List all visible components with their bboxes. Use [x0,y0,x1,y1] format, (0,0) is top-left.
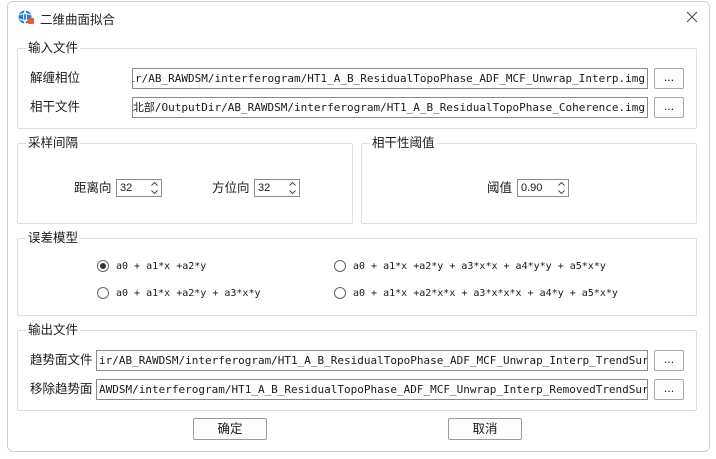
model-option-label: a0 + a1*x +a2*y + a3*x*x + a4*y*y + a5*x… [353,260,606,272]
azimuth-spinbox[interactable]: 32 [254,179,300,197]
output-files-title: 输出文件 [26,322,81,338]
error-model-group: 误差模型 [17,230,697,316]
coherence-threshold-title: 相干性阈值 [370,135,437,151]
window-title: 二维曲面拟合 [40,12,116,27]
radio-button[interactable] [97,260,109,272]
model-option-label: a0 + a1*x +a2*y [116,260,207,272]
coherence-file-field[interactable]: /朝鲜东北部/OutputDir/AB_RAWDSM/interferogram… [132,97,648,118]
model-option-1[interactable]: a0 + a1*x +a2*y [97,260,206,272]
coherence-file-label: 相干文件 [30,99,81,114]
azimuth-label: 方位向 [212,180,250,195]
chevron-up-icon[interactable] [287,180,298,188]
threshold-label: 阈值 [487,180,513,195]
coherence-file-browse-button[interactable]: ... [654,97,684,118]
trend-surface-browse-button[interactable]: ... [654,350,684,371]
unwrap-phase-label: 解缠相位 [30,70,81,85]
removed-trend-label: 移除趋势面 [30,381,93,396]
chevron-down-icon[interactable] [149,188,160,196]
azimuth-value: 32 [258,182,271,194]
chevron-down-icon[interactable] [287,188,298,196]
ok-button[interactable]: 确定 [193,418,267,440]
trend-surface-label: 趋势面文件 [30,352,93,367]
trend-surface-value: ir/AB_RAWDSM/interferogram/HT1_A_B_Resid… [99,354,648,367]
radio-button[interactable] [334,287,346,299]
radio-button[interactable] [334,260,346,272]
range-spinbox[interactable]: 32 [116,179,162,197]
cancel-button[interactable]: 取消 [448,418,522,440]
sampling-interval-group: 采样间隔 [17,135,353,224]
dialog-window: 二维曲面拟合 输入文件 解缠相位 OutputDir/AB_RAWDSM/int… [7,1,710,452]
range-label: 距离向 [74,180,112,195]
coherence-file-value: /朝鲜东北部/OutputDir/AB_RAWDSM/interferogram… [132,101,645,114]
threshold-value: 0.90 [521,182,543,194]
input-files-title: 输入文件 [26,40,81,56]
model-option-2[interactable]: a0 + a1*x +a2*y + a3*x*x + a4*y*y + a5*x… [334,260,606,272]
unwrap-phase-field[interactable]: OutputDir/AB_RAWDSM/interferogram/HT1_A_… [132,68,648,89]
model-option-3[interactable]: a0 + a1*x +a2*y + a3*x*y [97,287,261,299]
model-option-label: a0 + a1*x +a2*x*x + a3*x*x*x + a4*y + a5… [353,287,618,299]
removed-trend-field[interactable]: AWDSM/interferogram/HT1_A_B_ResidualTopo… [96,379,648,400]
model-option-label: a0 + a1*x +a2*y + a3*x*y [116,287,261,299]
chevron-up-icon[interactable] [149,180,160,188]
model-option-4[interactable]: a0 + a1*x +a2*x*x + a3*x*x*x + a4*y + a5… [334,287,618,299]
removed-trend-value: AWDSM/interferogram/HT1_A_B_ResidualTopo… [99,383,648,396]
removed-trend-browse-button[interactable]: ... [654,379,684,400]
error-model-title: 误差模型 [26,230,81,246]
range-value: 32 [120,182,133,194]
chevron-down-icon[interactable] [556,188,567,196]
close-icon[interactable] [681,6,703,28]
sampling-interval-title: 采样间隔 [26,135,81,151]
unwrap-phase-browse-button[interactable]: ... [654,68,684,89]
radio-button[interactable] [97,287,109,299]
chevron-up-icon[interactable] [556,180,567,188]
unwrap-phase-value: OutputDir/AB_RAWDSM/interferogram/HT1_A_… [132,72,645,85]
globe-app-icon [17,9,35,25]
threshold-spinbox[interactable]: 0.90 [517,179,569,197]
trend-surface-field[interactable]: ir/AB_RAWDSM/interferogram/HT1_A_B_Resid… [96,350,648,371]
title-bar: 二维曲面拟合 [8,2,709,32]
